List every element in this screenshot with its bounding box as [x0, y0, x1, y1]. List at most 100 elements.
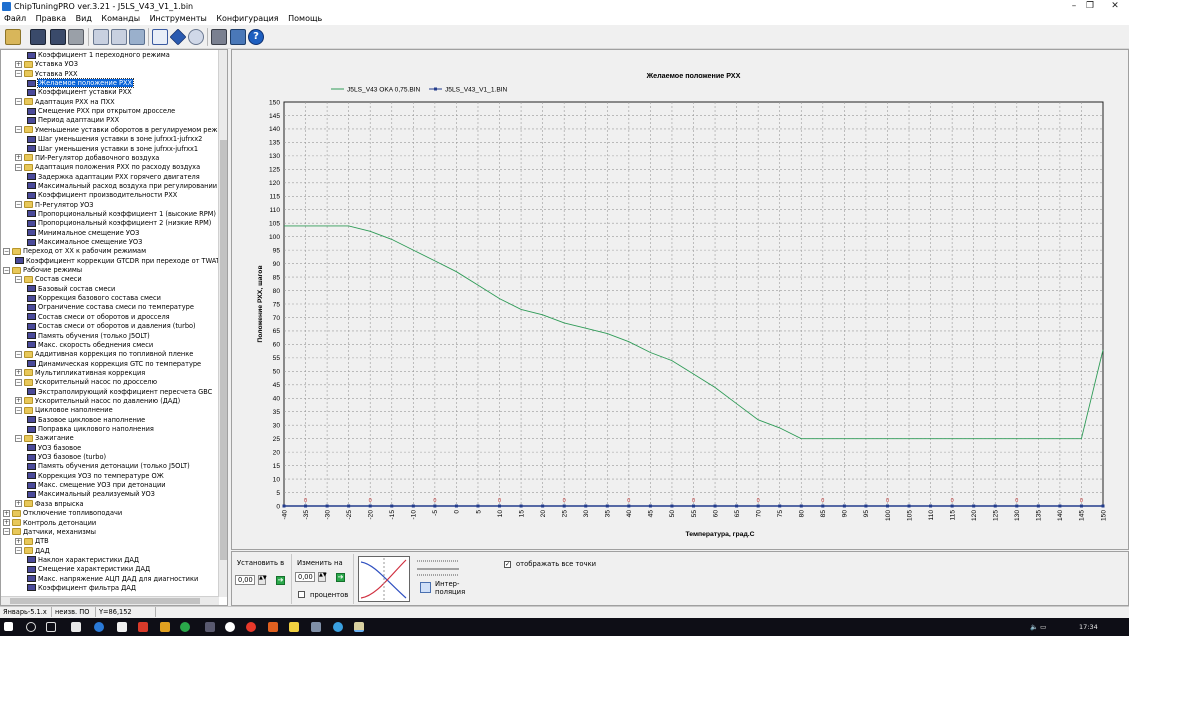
tree-expander-icon[interactable]: − — [15, 70, 22, 78]
interpolation-icon[interactable] — [420, 582, 431, 593]
data-point[interactable] — [735, 504, 739, 508]
tree-item-label[interactable]: Коэффициент коррекции GTCDR при переходе… — [26, 257, 220, 265]
tree-item-label[interactable]: Пропорциональный коэффициент 1 (высокие … — [38, 210, 216, 218]
apply-change-button[interactable]: ➔ — [336, 573, 345, 582]
tree-item-label[interactable]: Адаптация положения РХХ по расходу возду… — [35, 163, 200, 171]
data-point[interactable] — [907, 504, 911, 508]
data-point[interactable] — [562, 504, 566, 508]
app-icon-flame[interactable] — [268, 622, 278, 632]
tree-item-label[interactable]: Смещение характеристики ДАД — [38, 565, 150, 573]
tree-parameter[interactable]: Желаемое положение РХХ — [27, 78, 134, 89]
tree-item-label[interactable]: Шаг уменьшения уставки в зоне jufrxx1-ju… — [38, 135, 202, 143]
tree-item-label[interactable]: УОЗ базовое (turbo) — [38, 453, 106, 461]
menu-file[interactable]: Файл — [0, 13, 29, 25]
data-point[interactable] — [347, 504, 351, 508]
data-point[interactable] — [842, 504, 846, 508]
tree-parameter[interactable]: Поправка циклового наполнения — [27, 425, 154, 434]
data-point[interactable] — [605, 504, 609, 508]
tree-parameter[interactable]: Максимальный расход воздуха при регулиро… — [27, 182, 217, 191]
tree-parameter[interactable]: Коррекция базового состава смеси — [27, 294, 161, 303]
parameter-tree[interactable]: Коэффициент 1 переходного режима + Уставка… — [0, 49, 228, 606]
app-icon-orange[interactable] — [160, 622, 170, 632]
tree-folder[interactable]: − Датчики, механизмы — [3, 528, 96, 537]
tree-item-label[interactable]: Уставка УОЗ — [35, 60, 78, 68]
tree-item-label[interactable]: ДТВ — [35, 537, 49, 545]
tree-parameter[interactable]: Экстраполирующий коэффициент пересчета G… — [27, 388, 212, 397]
tree-expander-icon[interactable]: + — [3, 509, 10, 517]
tree-folder[interactable]: + Фаза впрыска — [15, 500, 84, 509]
data-point[interactable] — [692, 504, 695, 508]
tree-parameter[interactable]: Максимальное смещение УОЗ — [27, 238, 142, 247]
menu-commands[interactable]: Команды — [97, 13, 143, 25]
data-point[interactable] — [756, 504, 760, 508]
scrollbar-thumb[interactable] — [10, 598, 200, 604]
data-point[interactable] — [498, 504, 502, 508]
tree-item-label[interactable]: Рабочие режимы — [23, 266, 82, 274]
help-icon[interactable]: ? — [248, 29, 264, 45]
data-point[interactable] — [390, 504, 394, 508]
data-point[interactable] — [325, 504, 329, 508]
apply-set-button[interactable]: ➔ — [276, 576, 285, 585]
tree-item-label[interactable]: Зажигание — [35, 434, 74, 442]
tree-parameter[interactable]: Максимальный реализуемый УОЗ — [27, 490, 155, 499]
app-icon-steel[interactable] — [311, 622, 321, 632]
tree-item-label[interactable]: Состав смеси от оборотов и давления (tur… — [38, 322, 196, 330]
data-point[interactable] — [1101, 504, 1105, 508]
tree-item-label[interactable]: Датчики, механизмы — [23, 528, 96, 536]
tree-parameter[interactable]: Ограничение состава смеси по температуре — [27, 303, 194, 312]
change-value-input[interactable]: 0,00 — [295, 572, 315, 582]
tree-parameter[interactable]: Базовое цикловое наполнение — [27, 416, 145, 425]
tree-expander-icon[interactable]: − — [15, 434, 22, 442]
table-view-icon[interactable] — [152, 29, 168, 45]
print-icon[interactable] — [68, 29, 84, 45]
tree-expander-icon[interactable]: + — [3, 519, 10, 526]
tree-folder[interactable]: + Ускорительный насос по давлению (ДАД) — [15, 397, 180, 406]
change-value-spinner[interactable]: ▲▼ — [318, 572, 327, 582]
data-point[interactable] — [1036, 504, 1040, 508]
tree-folder[interactable]: + Мультипликативная коррекция — [15, 369, 145, 378]
tree-item-label[interactable]: Базовый состав смеси — [38, 285, 115, 293]
tree-item-label[interactable]: Наклон характеристики ДАД — [38, 556, 139, 564]
tree-expander-icon[interactable]: + — [15, 500, 22, 508]
data-point[interactable] — [821, 504, 825, 508]
chart-svg[interactable]: 0510152025303540455055606570758085909510… — [232, 50, 1128, 549]
tree-folder[interactable]: − Адаптация РХХ на ПХХ — [15, 98, 115, 107]
data-point[interactable] — [972, 504, 976, 508]
tree-expander-icon[interactable]: − — [3, 528, 10, 536]
tree-item-label[interactable]: Смещение РХХ при открытом дросселе — [38, 107, 175, 115]
tree-item-label[interactable]: Ускорительный насос по дросселю — [35, 378, 157, 386]
tree-item-label[interactable]: Фаза впрыска — [35, 500, 84, 508]
tree-folder[interactable]: − ДАД — [15, 547, 50, 556]
data-point[interactable] — [713, 504, 717, 508]
task-view-icon[interactable] — [46, 622, 56, 632]
interpolation-curve-icon[interactable] — [358, 556, 410, 602]
data-point[interactable] — [304, 504, 308, 508]
tree-expander-icon[interactable]: + — [15, 60, 22, 68]
data-point[interactable] — [1079, 504, 1083, 508]
data-point[interactable] — [282, 504, 286, 508]
set-value-spinner[interactable]: ▲▼ — [258, 575, 267, 585]
connect-icon[interactable] — [230, 29, 246, 45]
tree-item-label[interactable]: Максимальное смещение УОЗ — [38, 238, 142, 246]
tree-parameter[interactable]: Память обучения (только J5OLT) — [27, 332, 150, 341]
tree-item-label[interactable]: Коррекция базового состава смеси — [38, 294, 161, 302]
tree-item-label[interactable]: Коррекция УОЗ по температуре ОЖ — [38, 472, 164, 480]
tree-item-label[interactable]: Коэффициент фильтра ДАД — [38, 584, 136, 592]
open-icon[interactable] — [5, 29, 21, 45]
search-icon[interactable] — [26, 622, 36, 632]
app-icon-white[interactable] — [225, 622, 235, 632]
data-point[interactable] — [476, 504, 480, 508]
tree-folder[interactable]: − Уменьшение уставки оборотов в регулируе… — [15, 126, 227, 135]
menu-tools[interactable]: Инструменты — [146, 13, 210, 25]
tree-parameter[interactable]: Пропорциональный коэффициент 2 (низкие R… — [27, 219, 211, 228]
interpolation-label-2[interactable]: поляция — [435, 588, 465, 596]
data-point[interactable] — [929, 504, 933, 508]
tree-expander-icon[interactable]: + — [15, 369, 22, 377]
data-point[interactable] — [584, 504, 588, 508]
data-point[interactable] — [778, 504, 782, 508]
tree-parameter[interactable]: УОЗ базовое — [27, 444, 81, 453]
tree-expander-icon[interactable]: − — [15, 547, 22, 555]
tree-item-label[interactable]: Память обучения (только J5OLT) — [38, 332, 150, 340]
tree-item-label[interactable]: Макс. скорость обеднения смеси — [38, 341, 153, 349]
tree-item-label[interactable]: Уставка РХХ — [35, 70, 78, 78]
